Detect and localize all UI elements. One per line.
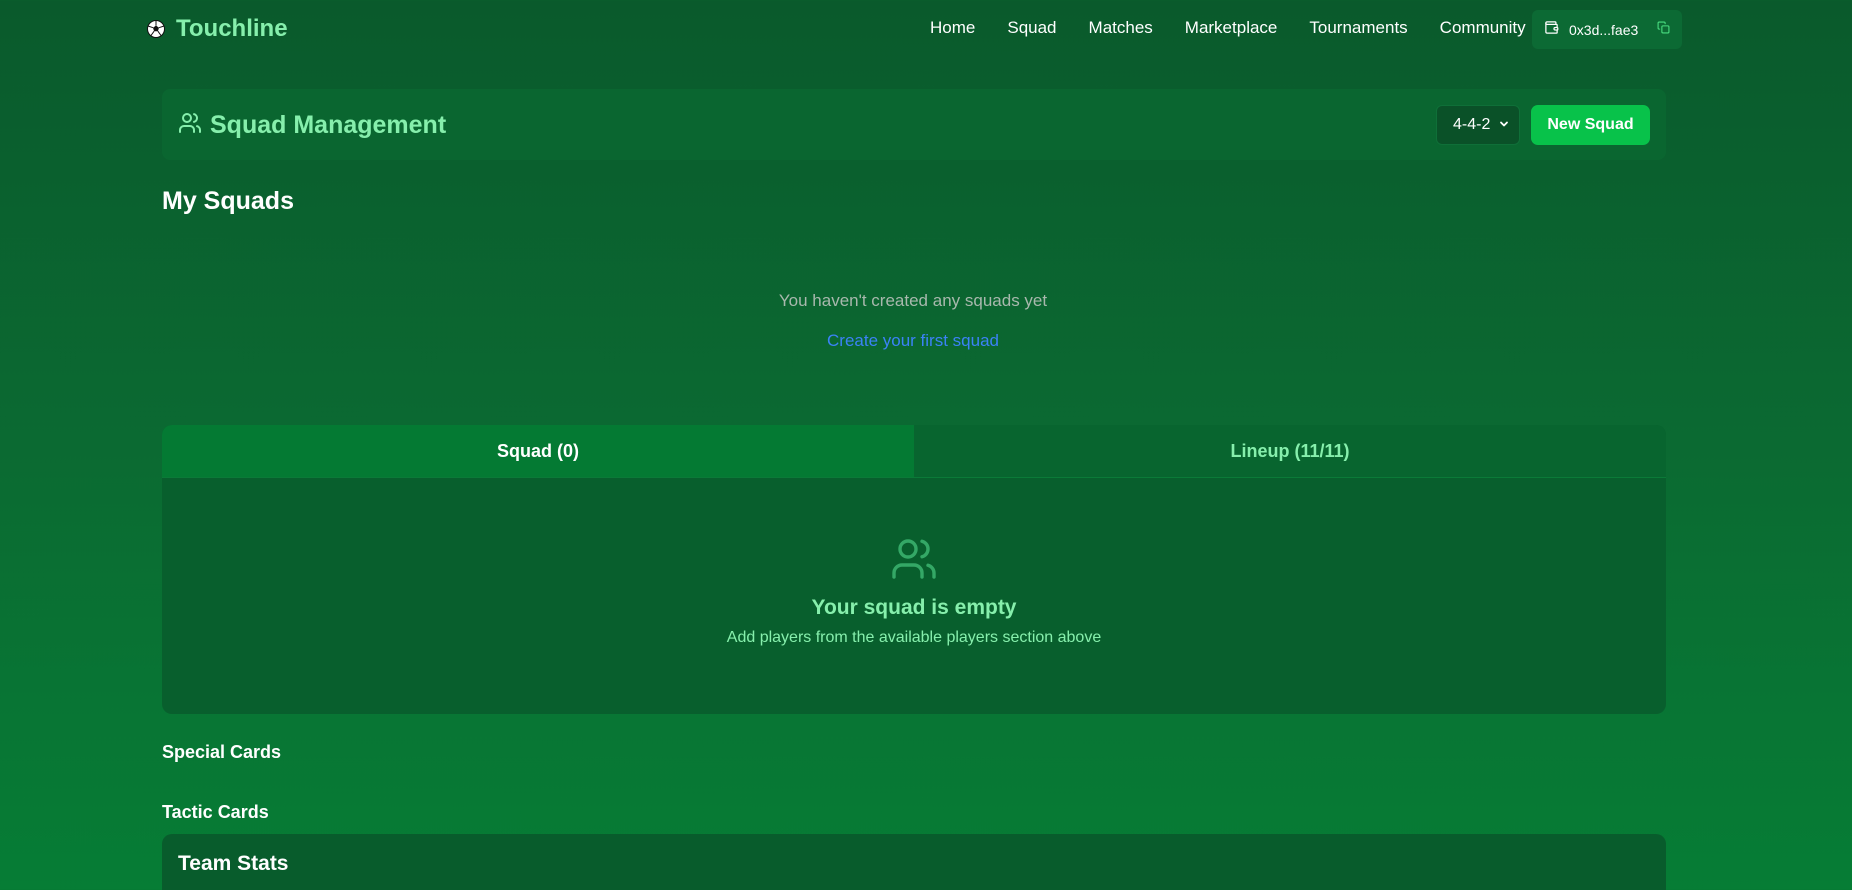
- nav-link-matches[interactable]: Matches: [1089, 18, 1153, 38]
- team-stats-card: Team Stats: [162, 834, 1666, 890]
- top-navbar: Touchline Home Squad Matches Marketplace…: [0, 0, 1852, 58]
- nav-link-community[interactable]: Community: [1440, 18, 1526, 38]
- tactic-cards-title: Tactic Cards: [162, 802, 269, 822]
- nav-link-home[interactable]: Home: [930, 18, 975, 38]
- brand[interactable]: Touchline: [146, 14, 288, 44]
- tab-squad[interactable]: Squad (0): [162, 425, 914, 477]
- tab-lineup[interactable]: Lineup (11/11): [914, 425, 1666, 477]
- wallet-icon: [1544, 20, 1559, 40]
- squad-management-header: Squad Management 4-4-2 New Squad: [162, 89, 1666, 160]
- nav-link-squad[interactable]: Squad: [1007, 18, 1056, 38]
- nav-link-marketplace[interactable]: Marketplace: [1185, 18, 1278, 38]
- create-first-squad-container: Create your first squad: [0, 331, 1826, 351]
- formation-select[interactable]: 4-4-2: [1436, 105, 1520, 145]
- empty-squad-subtitle: Add players from the available players s…: [726, 629, 1102, 646]
- chevron-down-icon: [1499, 116, 1509, 134]
- users-icon: [178, 111, 202, 140]
- special-cards-title: Special Cards: [162, 742, 282, 762]
- empty-squads-message: You haven't created any squads yet: [778, 291, 1048, 310]
- team-stats-title: Team Stats: [178, 852, 289, 875]
- brand-name: Touchline: [176, 15, 288, 42]
- header-title: Squad Management: [178, 111, 446, 140]
- squad-tabs-panel: Squad (0) Lineup (11/11) Your squad is e…: [162, 425, 1666, 714]
- tab-bar: Squad (0) Lineup (11/11): [162, 425, 1666, 478]
- users-icon: [890, 535, 938, 583]
- nav-links: Home Squad Matches Marketplace Tournamen…: [930, 18, 1558, 38]
- empty-squad-title: Your squad is empty: [811, 596, 1017, 619]
- empty-squad-state: Your squad is empty Add players from the…: [162, 535, 1666, 647]
- my-squads-title: My Squads: [162, 187, 294, 215]
- copy-icon[interactable]: [1657, 21, 1670, 39]
- wallet-button[interactable]: 0x3d...fae3: [1532, 10, 1682, 49]
- formation-value: 4-4-2: [1453, 116, 1491, 133]
- soccer-ball-icon: [146, 19, 166, 39]
- page-title: Squad Management: [210, 111, 447, 139]
- nav-link-tournaments[interactable]: Tournaments: [1309, 18, 1407, 38]
- wallet-address: 0x3d...fae3: [1569, 21, 1639, 38]
- create-first-squad-link[interactable]: Create your first squad: [827, 331, 999, 350]
- new-squad-button[interactable]: New Squad: [1531, 105, 1650, 145]
